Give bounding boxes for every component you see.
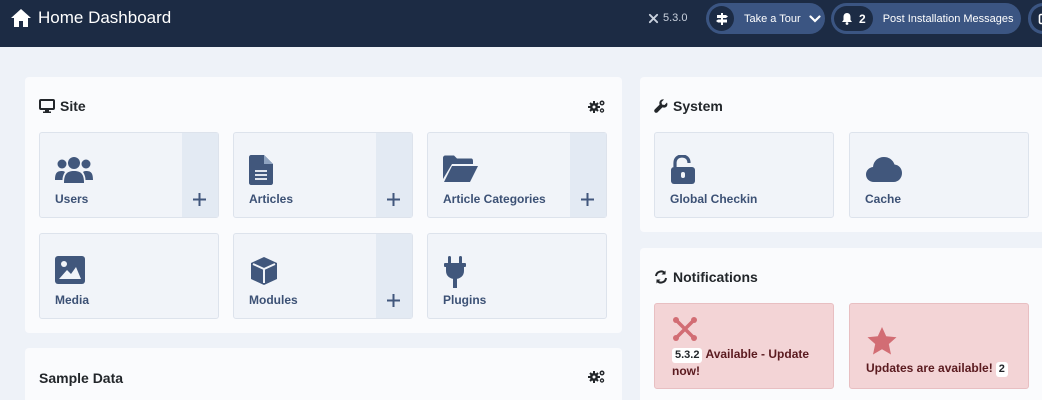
articles-label: Articles	[249, 192, 294, 206]
sample-data-card: Sample Data	[25, 348, 622, 400]
notifications-card-title: Notifications	[654, 269, 758, 285]
updates-count-badge: 2	[995, 362, 1008, 377]
updates-available-message: Updates are available!	[866, 361, 993, 375]
chevron-down-icon	[809, 14, 821, 23]
plug-icon	[444, 256, 466, 288]
plus-icon	[387, 294, 400, 307]
external-link-icon	[1031, 6, 1042, 31]
users-label: Users	[55, 192, 89, 206]
version-badge: 5.3.2	[672, 348, 703, 363]
global-checkin-tile[interactable]: Global Checkin	[654, 132, 834, 218]
article-categories-tile[interactable]: Article Categories	[427, 132, 607, 218]
system-card: System Global Checkin Cache	[640, 77, 1042, 232]
gears-icon[interactable]	[588, 369, 606, 384]
extension-updates-tile[interactable]: Updates are available! 2	[849, 303, 1029, 389]
take-a-tour-label: Take a Tour	[744, 12, 801, 25]
article-categories-label: Article Categories	[443, 192, 546, 206]
site-card-title: Site	[39, 98, 86, 114]
users-tile[interactable]: Users	[39, 132, 219, 218]
plus-icon	[193, 193, 206, 206]
user-menu-button[interactable]	[1028, 3, 1042, 34]
joomla-update-text: 5.3.2 Available - Update now!	[672, 346, 822, 380]
sample-data-title: Sample Data	[39, 370, 124, 386]
signpost-icon	[709, 6, 734, 31]
system-title-text: System	[673, 98, 723, 114]
unlock-icon	[671, 155, 695, 184]
cube-icon	[251, 257, 277, 285]
wrench-icon	[654, 99, 668, 113]
articles-tile[interactable]: Articles	[233, 132, 413, 218]
modules-label: Modules	[249, 293, 298, 307]
add-category-button[interactable]	[570, 133, 606, 217]
bell-icon	[842, 13, 852, 25]
plugins-label: Plugins	[443, 293, 487, 307]
gears-icon[interactable]	[588, 99, 606, 114]
media-label: Media	[55, 293, 90, 307]
version-label: 5.3.0	[648, 11, 687, 25]
messages-counter: 2	[834, 6, 873, 31]
modules-tile[interactable]: Modules	[233, 233, 413, 319]
joomla-logo-icon	[648, 13, 659, 23]
sync-icon	[655, 270, 667, 284]
system-card-title: System	[654, 98, 723, 114]
star-icon	[867, 327, 897, 355]
add-module-button[interactable]	[376, 234, 412, 318]
cache-tile[interactable]: Cache	[849, 132, 1029, 218]
image-icon	[55, 256, 85, 284]
folder-open-icon	[443, 155, 478, 182]
post-installation-messages-button[interactable]: 2 Post Installation Messages	[831, 3, 1021, 34]
notifications-card: Notifications 5.3.2 Available - Update no…	[640, 248, 1042, 400]
take-a-tour-button[interactable]: Take a Tour	[706, 3, 825, 34]
users-icon	[55, 157, 93, 183]
joomla-logo-icon	[673, 317, 697, 341]
add-article-button[interactable]	[376, 133, 412, 217]
top-header: Home Dashboard 5.3.0 Take a Tour 2 Post …	[0, 0, 1042, 47]
updates-available-text: Updates are available! 2	[866, 360, 1026, 377]
plus-icon	[387, 193, 400, 206]
cache-label: Cache	[865, 192, 902, 206]
site-title-text: Site	[60, 98, 86, 114]
plugins-tile[interactable]: Plugins	[427, 233, 607, 319]
cloud-icon	[866, 157, 902, 182]
page-title: Home Dashboard	[38, 8, 172, 27]
global-checkin-label: Global Checkin	[670, 192, 758, 206]
desktop-icon	[39, 99, 55, 113]
plus-icon	[581, 193, 594, 206]
messages-label: Post Installation Messages	[882, 12, 1014, 25]
joomla-update-tile[interactable]: 5.3.2 Available - Update now!	[654, 303, 834, 389]
version-number: 5.3.0	[663, 12, 688, 24]
add-user-button[interactable]	[182, 133, 218, 217]
home-icon[interactable]	[10, 8, 32, 28]
messages-count: 2	[859, 11, 866, 26]
file-icon	[249, 155, 273, 185]
notifications-title-text: Notifications	[673, 269, 758, 285]
site-card: Site Users Articles Article Categories M…	[25, 77, 622, 333]
media-tile[interactable]: Media	[39, 233, 219, 319]
